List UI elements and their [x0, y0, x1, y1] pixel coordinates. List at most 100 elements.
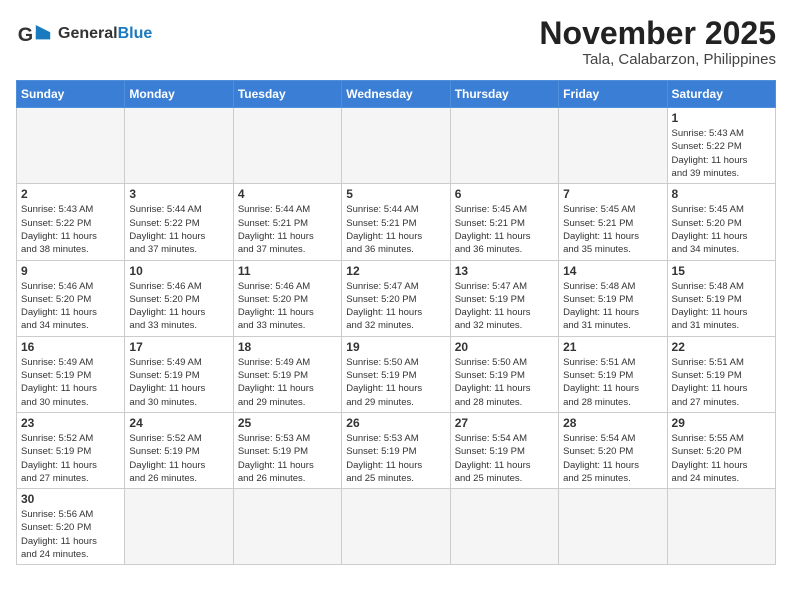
logo: G GeneralBlue	[16, 16, 152, 52]
day-info: Sunrise: 5:50 AM Sunset: 5:19 PM Dayligh…	[346, 356, 445, 409]
calendar-cell	[342, 489, 450, 565]
calendar-cell: 30 Sunrise: 5:56 AM Sunset: 5:20 PM Dayli…	[17, 489, 125, 565]
day-info: Sunrise: 5:47 AM Sunset: 5:19 PM Dayligh…	[455, 280, 554, 333]
day-info: Sunrise: 5:56 AM Sunset: 5:20 PM Dayligh…	[21, 508, 120, 561]
calendar-cell: 14 Sunrise: 5:48 AM Sunset: 5:19 PM Dayli…	[559, 260, 667, 336]
day-number: 6	[455, 187, 554, 201]
day-number: 2	[21, 187, 120, 201]
calendar-cell	[559, 108, 667, 184]
day-info: Sunrise: 5:46 AM Sunset: 5:20 PM Dayligh…	[21, 280, 120, 333]
calendar-cell: 1 Sunrise: 5:43 AM Sunset: 5:22 PM Daylig…	[667, 108, 775, 184]
day-info: Sunrise: 5:51 AM Sunset: 5:19 PM Dayligh…	[672, 356, 771, 409]
calendar-table: SundayMondayTuesdayWednesdayThursdayFrid…	[16, 80, 776, 565]
day-number: 7	[563, 187, 662, 201]
day-number: 21	[563, 340, 662, 354]
column-header-friday: Friday	[559, 81, 667, 108]
day-info: Sunrise: 5:49 AM Sunset: 5:19 PM Dayligh…	[238, 356, 337, 409]
column-header-wednesday: Wednesday	[342, 81, 450, 108]
calendar-cell: 5 Sunrise: 5:44 AM Sunset: 5:21 PM Daylig…	[342, 184, 450, 260]
generalblue-logo-icon: G	[16, 16, 52, 52]
calendar-cell: 7 Sunrise: 5:45 AM Sunset: 5:21 PM Daylig…	[559, 184, 667, 260]
day-info: Sunrise: 5:45 AM Sunset: 5:21 PM Dayligh…	[455, 203, 554, 256]
day-number: 11	[238, 264, 337, 278]
day-number: 16	[21, 340, 120, 354]
day-number: 14	[563, 264, 662, 278]
day-number: 13	[455, 264, 554, 278]
calendar-cell: 17Sunrise: 5:49 AM Sunset: 5:19 PM Dayli…	[125, 336, 233, 412]
day-number: 12	[346, 264, 445, 278]
day-info: Sunrise: 5:44 AM Sunset: 5:21 PM Dayligh…	[346, 203, 445, 256]
location-title: Tala, Calabarzon, Philippines	[539, 51, 776, 68]
day-number: 27	[455, 416, 554, 430]
day-number: 4	[238, 187, 337, 201]
day-info: Sunrise: 5:52 AM Sunset: 5:19 PM Dayligh…	[129, 432, 228, 485]
day-number: 26	[346, 416, 445, 430]
day-number: 20	[455, 340, 554, 354]
day-info: Sunrise: 5:55 AM Sunset: 5:20 PM Dayligh…	[672, 432, 771, 485]
day-number: 25	[238, 416, 337, 430]
calendar-cell: 11 Sunrise: 5:46 AM Sunset: 5:20 PM Dayli…	[233, 260, 341, 336]
calendar-cell: 9Sunrise: 5:46 AM Sunset: 5:20 PM Daylig…	[17, 260, 125, 336]
calendar-cell: 6 Sunrise: 5:45 AM Sunset: 5:21 PM Daylig…	[450, 184, 558, 260]
calendar-cell: 19 Sunrise: 5:50 AM Sunset: 5:19 PM Dayli…	[342, 336, 450, 412]
column-header-saturday: Saturday	[667, 81, 775, 108]
day-info: Sunrise: 5:45 AM Sunset: 5:20 PM Dayligh…	[672, 203, 771, 256]
calendar-cell: 29 Sunrise: 5:55 AM Sunset: 5:20 PM Dayli…	[667, 412, 775, 488]
calendar-cell: 3Sunrise: 5:44 AM Sunset: 5:22 PM Daylig…	[125, 184, 233, 260]
calendar-cell: 16 Sunrise: 5:49 AM Sunset: 5:19 PM Dayli…	[17, 336, 125, 412]
logo-general-text: General	[58, 25, 118, 42]
day-number: 15	[672, 264, 771, 278]
day-info: Sunrise: 5:48 AM Sunset: 5:19 PM Dayligh…	[563, 280, 662, 333]
day-number: 22	[672, 340, 771, 354]
day-info: Sunrise: 5:43 AM Sunset: 5:22 PM Dayligh…	[21, 203, 120, 256]
day-info: Sunrise: 5:46 AM Sunset: 5:20 PM Dayligh…	[129, 280, 228, 333]
day-number: 3	[129, 187, 228, 201]
calendar-cell: 28Sunrise: 5:54 AM Sunset: 5:20 PM Dayli…	[559, 412, 667, 488]
day-number: 23	[21, 416, 120, 430]
day-info: Sunrise: 5:47 AM Sunset: 5:20 PM Dayligh…	[346, 280, 445, 333]
day-info: Sunrise: 5:45 AM Sunset: 5:21 PM Dayligh…	[563, 203, 662, 256]
calendar-cell: 26 Sunrise: 5:53 AM Sunset: 5:19 PM Dayli…	[342, 412, 450, 488]
column-header-tuesday: Tuesday	[233, 81, 341, 108]
calendar-cell	[342, 108, 450, 184]
day-info: Sunrise: 5:50 AM Sunset: 5:19 PM Dayligh…	[455, 356, 554, 409]
calendar-cell	[233, 108, 341, 184]
day-info: Sunrise: 5:52 AM Sunset: 5:19 PM Dayligh…	[21, 432, 120, 485]
day-number: 17	[129, 340, 228, 354]
day-number: 30	[21, 492, 120, 506]
calendar-cell: 8 Sunrise: 5:45 AM Sunset: 5:20 PM Daylig…	[667, 184, 775, 260]
calendar-cell: 18Sunrise: 5:49 AM Sunset: 5:19 PM Dayli…	[233, 336, 341, 412]
day-info: Sunrise: 5:48 AM Sunset: 5:19 PM Dayligh…	[672, 280, 771, 333]
title-area: November 2025 Tala, Calabarzon, Philippi…	[539, 16, 776, 68]
calendar-cell	[125, 108, 233, 184]
calendar-cell: 24Sunrise: 5:52 AM Sunset: 5:19 PM Dayli…	[125, 412, 233, 488]
calendar-cell: 2 Sunrise: 5:43 AM Sunset: 5:22 PM Daylig…	[17, 184, 125, 260]
day-info: Sunrise: 5:53 AM Sunset: 5:19 PM Dayligh…	[346, 432, 445, 485]
column-header-monday: Monday	[125, 81, 233, 108]
calendar-cell: 12 Sunrise: 5:47 AM Sunset: 5:20 PM Dayli…	[342, 260, 450, 336]
day-info: Sunrise: 5:49 AM Sunset: 5:19 PM Dayligh…	[21, 356, 120, 409]
day-info: Sunrise: 5:43 AM Sunset: 5:22 PM Dayligh…	[672, 127, 771, 180]
day-number: 8	[672, 187, 771, 201]
day-info: Sunrise: 5:54 AM Sunset: 5:19 PM Dayligh…	[455, 432, 554, 485]
day-number: 29	[672, 416, 771, 430]
day-number: 19	[346, 340, 445, 354]
calendar-cell	[125, 489, 233, 565]
day-info: Sunrise: 5:46 AM Sunset: 5:20 PM Dayligh…	[238, 280, 337, 333]
calendar-cell	[450, 108, 558, 184]
calendar-cell	[17, 108, 125, 184]
calendar-cell	[667, 489, 775, 565]
column-header-thursday: Thursday	[450, 81, 558, 108]
day-info: Sunrise: 5:44 AM Sunset: 5:21 PM Dayligh…	[238, 203, 337, 256]
calendar-cell: 10 Sunrise: 5:46 AM Sunset: 5:20 PM Dayli…	[125, 260, 233, 336]
calendar-cell	[559, 489, 667, 565]
calendar-cell: 15 Sunrise: 5:48 AM Sunset: 5:19 PM Dayli…	[667, 260, 775, 336]
day-info: Sunrise: 5:53 AM Sunset: 5:19 PM Dayligh…	[238, 432, 337, 485]
calendar-cell: 4 Sunrise: 5:44 AM Sunset: 5:21 PM Daylig…	[233, 184, 341, 260]
calendar-cell: 27 Sunrise: 5:54 AM Sunset: 5:19 PM Dayli…	[450, 412, 558, 488]
day-number: 10	[129, 264, 228, 278]
calendar-cell	[450, 489, 558, 565]
day-number: 5	[346, 187, 445, 201]
day-number: 1	[672, 111, 771, 125]
day-info: Sunrise: 5:54 AM Sunset: 5:20 PM Dayligh…	[563, 432, 662, 485]
